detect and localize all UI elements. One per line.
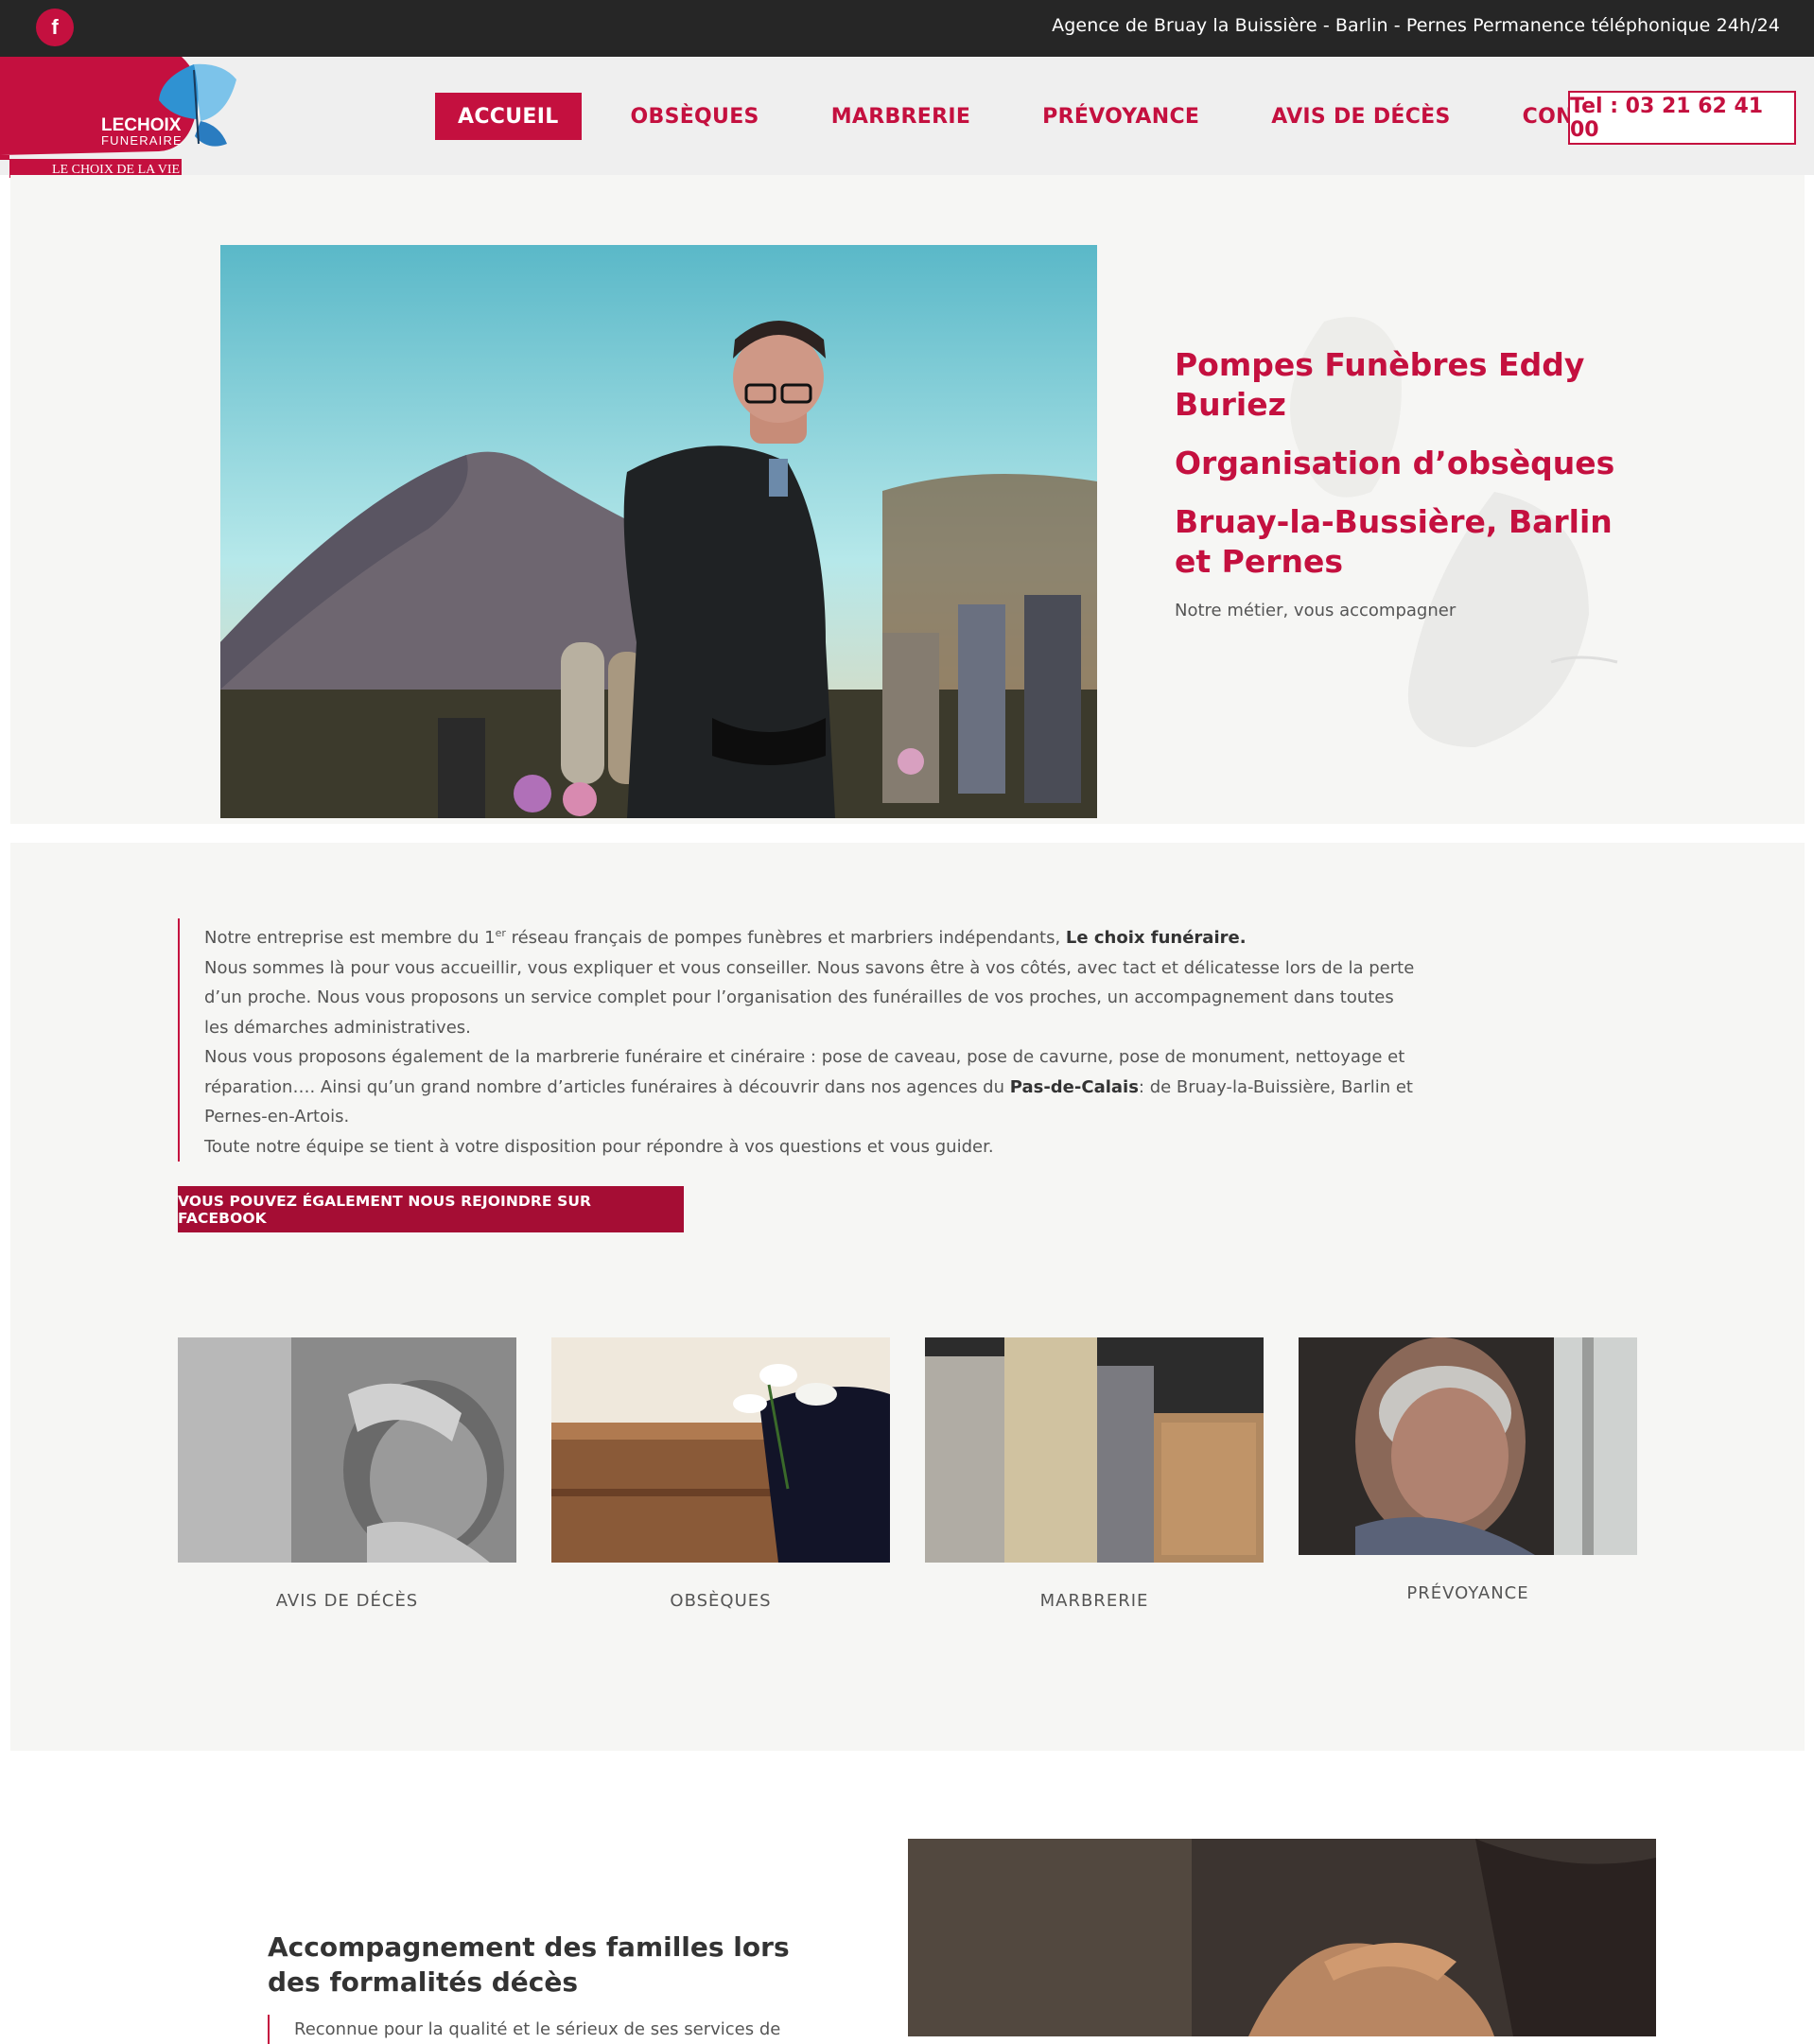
phone-button[interactable]: Tel : 03 21 62 41 00 [1568,91,1796,145]
bottom-photo [908,1839,1656,2036]
nav-accueil[interactable]: ACCUEIL [435,93,582,140]
about-paragraph-4: Toute notre équipe se tient à votre disp… [204,1136,994,1157]
hero-title-name: Pompes Funèbres Eddy Buriez [1175,346,1585,423]
card-label[interactable]: MARBRERIE [925,1591,1264,1611]
site-logo[interactable]: LECHOIX FUNERAIRE LE CHOIX DE LA VIE [0,57,246,178]
hero-title-organisation: Organisation d’obsèques [1175,445,1615,481]
nav-prevoyance[interactable]: PRÉVOYANCE [1020,93,1222,140]
bottom-section-text: Reconnue pour la qualité et le sérieux d… [268,2015,824,2044]
card-image[interactable] [1299,1337,1637,1555]
about-paragraph-3: Nous vous proposons également de la marb… [204,1047,1413,1127]
card-image[interactable] [551,1337,890,1563]
card-prevoyance[interactable]: PRÉVOYANCE [1299,1337,1637,1603]
about-paragraph-2: Nous sommes là pour vous accueillir, vou… [204,957,1415,1038]
hero-photo [220,245,1097,818]
nav-avis-de-deces[interactable]: AVIS DE DÉCÈS [1248,93,1473,140]
logo-text-bottom: FUNERAIRE [101,133,183,148]
hero-subtitle: Notre métier, vous accompagner [1175,601,1456,620]
hero-title-locations: Bruay-la-Bussière, Barlin et Pernes [1175,503,1613,580]
card-avis-de-deces[interactable]: AVIS DE DÉCÈS [178,1337,516,1611]
card-label[interactable]: OBSÈQUES [551,1591,890,1611]
main-nav: ACCUEIL OBSÈQUES MARBRERIE PRÉVOYANCE AV… [435,93,1683,140]
nav-obseques[interactable]: OBSÈQUES [608,93,782,140]
facebook-icon[interactable]: f [36,9,74,46]
about-paragraph-1: Notre entreprise est membre du 1er résea… [204,927,1247,948]
agency-info: Agence de Bruay la Buissière - Barlin - … [1052,15,1780,36]
top-bar: f Agence de Bruay la Buissière - Barlin … [0,0,1814,57]
card-obseques[interactable]: OBSÈQUES [551,1337,890,1611]
nav-marbrerie[interactable]: MARBRERIE [809,93,993,140]
card-image[interactable] [925,1337,1264,1563]
card-label[interactable]: PRÉVOYANCE [1299,1583,1637,1603]
hero-text-block: Pompes Funèbres Eddy Buriez Organisation… [1175,345,1648,620]
card-marbrerie[interactable]: MARBRERIE [925,1337,1264,1611]
bottom-section-title: Accompagnement des familles lors des for… [268,1931,790,1998]
logo-text-top: LECHOIX [101,115,182,135]
facebook-join-button[interactable]: VOUS POUVEZ ÉGALEMENT NOUS REJOINDRE SUR… [178,1186,684,1232]
about-text: Notre entreprise est membre du 1er résea… [178,918,1415,1162]
card-label[interactable]: AVIS DE DÉCÈS [178,1591,516,1611]
card-image[interactable] [178,1337,516,1563]
